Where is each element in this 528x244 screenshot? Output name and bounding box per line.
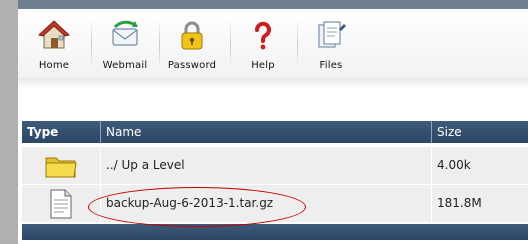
home-icon — [38, 20, 70, 49]
table-row[interactable]: ../ Up a Level 4.00k — [22, 147, 528, 185]
toolbar-separator — [91, 19, 92, 71]
files-icon — [318, 21, 346, 48]
file-name-link[interactable]: backup-Aug-6-2013-1.tar.gz — [100, 185, 431, 222]
table-row[interactable]: backup-Aug-6-2013-1.tar.gz 181.8M — [22, 185, 528, 223]
document-icon — [50, 189, 72, 219]
folder-icon — [45, 157, 77, 178]
table-header: Type Name Size — [22, 121, 528, 143]
toolbar-home-button[interactable]: Home — [22, 9, 86, 77]
toolbar-help-button[interactable]: Help — [231, 9, 295, 77]
type-cell — [22, 185, 100, 222]
toolbar-password-button[interactable]: Password — [160, 9, 224, 77]
top-bar — [18, 0, 528, 9]
file-name-link[interactable]: ../ Up a Level — [100, 147, 431, 184]
toolbar-webmail-label: Webmail — [102, 60, 148, 71]
column-header-size[interactable]: Size — [431, 121, 528, 143]
help-icon — [255, 21, 271, 50]
left-border — [0, 0, 18, 244]
toolbar: Home Webmail Password Help Files — [18, 9, 528, 79]
file-size: 4.00k — [431, 147, 528, 184]
column-header-name[interactable]: Name — [100, 121, 431, 143]
toolbar-home-label: Home — [38, 60, 70, 71]
file-table: Type Name Size ../ Up a Level 4.00k back… — [22, 121, 528, 240]
column-header-type[interactable]: Type — [22, 121, 100, 143]
toolbar-webmail-button[interactable]: Webmail — [93, 9, 157, 77]
type-cell — [22, 147, 100, 184]
toolbar-help-label: Help — [251, 60, 275, 71]
webmail-icon — [112, 20, 138, 46]
table-footer — [22, 224, 528, 240]
toolbar-files-label: Files — [319, 60, 343, 71]
file-size: 181.8M — [431, 185, 528, 222]
toolbar-password-label: Password — [167, 60, 217, 71]
toolbar-shadow — [18, 78, 528, 88]
toolbar-separator — [297, 19, 298, 71]
lock-icon — [181, 21, 203, 50]
toolbar-files-button[interactable]: Files — [299, 9, 363, 77]
